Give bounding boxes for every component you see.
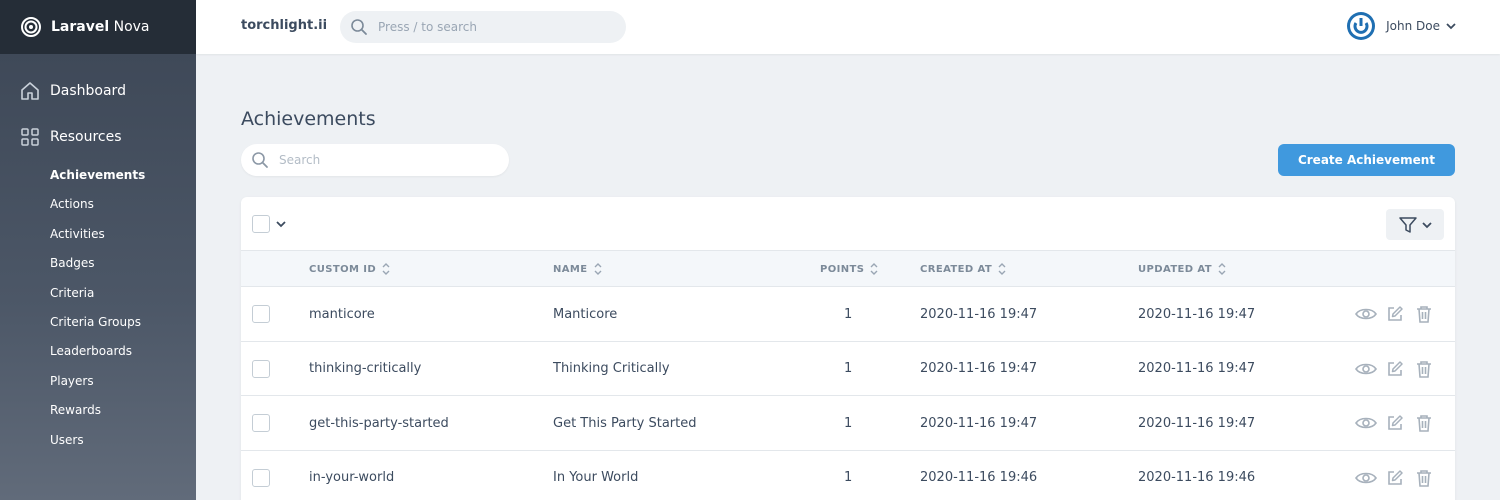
view-icon[interactable] xyxy=(1355,412,1377,434)
delete-icon[interactable] xyxy=(1413,358,1435,380)
sidebar-item-dashboard[interactable]: Dashboard xyxy=(0,79,126,103)
cell-name: Manticore xyxy=(553,306,618,322)
sidebar-item-criteria-groups[interactable]: Criteria Groups xyxy=(50,311,145,340)
cell-updated-at: 2020-11-16 19:47 xyxy=(1138,415,1256,431)
table-header: CUSTOM ID NAME POINTS CREATED AT UPDATED… xyxy=(241,251,1455,287)
cell-points: 1 xyxy=(844,415,853,431)
view-icon[interactable] xyxy=(1355,303,1377,325)
nova-logo-icon xyxy=(20,16,42,38)
row-checkbox[interactable] xyxy=(252,414,270,432)
row-actions xyxy=(1355,287,1442,341)
grid-icon xyxy=(20,127,40,147)
user-avatar-icon xyxy=(1346,11,1376,41)
column-header-created-at[interactable]: CREATED AT xyxy=(920,251,1006,287)
sort-icon xyxy=(594,262,602,276)
table-toolbar xyxy=(241,197,1455,251)
sidebar-item-resources[interactable]: Resources xyxy=(0,125,122,149)
sidebar-item-rewards[interactable]: Rewards xyxy=(50,399,145,428)
brand[interactable]: Laravel Nova xyxy=(0,0,196,54)
filter-icon xyxy=(1398,216,1418,234)
sidebar-dashboard-label: Dashboard xyxy=(50,83,126,99)
global-search-input[interactable] xyxy=(378,20,608,34)
sidebar-item-activities[interactable]: Activities xyxy=(50,223,145,252)
sidebar-item-criteria[interactable]: Criteria xyxy=(50,282,145,311)
resource-list: Achievements Actions Activities Badges C… xyxy=(50,164,145,458)
cell-points: 1 xyxy=(844,470,853,485)
row-actions xyxy=(1355,342,1442,396)
top-header: torchlight.ii John Doe xyxy=(196,0,1500,54)
view-icon[interactable] xyxy=(1355,358,1377,380)
sidebar: Laravel Nova Dashboard Resources Achieve… xyxy=(0,0,196,500)
table-row: get-this-party-started Get This Party St… xyxy=(241,396,1455,451)
row-checkbox[interactable] xyxy=(252,359,270,378)
resource-table-card: CUSTOM ID NAME POINTS CREATED AT UPDATED… xyxy=(241,197,1455,500)
cell-created-at: 2020-11-16 19:47 xyxy=(920,306,1038,322)
cell-updated-at: 2020-11-16 19:47 xyxy=(1138,361,1256,376)
edit-icon[interactable] xyxy=(1384,467,1406,489)
cell-name: Get This Party Started xyxy=(553,415,697,431)
page-title: Achievements xyxy=(241,108,376,130)
sidebar-item-leaderboards[interactable]: Leaderboards xyxy=(50,340,145,369)
cell-custom-id: thinking-critically xyxy=(309,361,422,376)
row-actions xyxy=(1355,396,1442,450)
edit-icon[interactable] xyxy=(1384,358,1406,380)
sidebar-item-users[interactable]: Users xyxy=(50,429,145,458)
table-row: in-your-world In Your World 1 2020-11-16… xyxy=(241,451,1455,500)
cell-name: In Your World xyxy=(553,470,639,485)
chevron-down-icon xyxy=(1446,21,1456,31)
sidebar-resources-label: Resources xyxy=(50,129,122,145)
edit-icon[interactable] xyxy=(1384,303,1406,325)
view-icon[interactable] xyxy=(1355,467,1377,489)
edit-icon[interactable] xyxy=(1384,412,1406,434)
sidebar-item-players[interactable]: Players xyxy=(50,370,145,399)
cell-updated-at: 2020-11-16 19:46 xyxy=(1138,470,1256,485)
create-achievement-button[interactable]: Create Achievement xyxy=(1278,144,1455,176)
delete-icon[interactable] xyxy=(1413,303,1435,325)
sort-icon xyxy=(1218,262,1226,276)
home-icon xyxy=(20,81,40,101)
delete-icon[interactable] xyxy=(1413,412,1435,434)
cell-custom-id: manticore xyxy=(309,306,375,322)
sidebar-item-badges[interactable]: Badges xyxy=(50,252,145,281)
sidebar-item-achievements[interactable]: Achievements xyxy=(50,164,145,193)
sort-icon xyxy=(870,262,878,276)
brand-name: Laravel Nova xyxy=(51,19,150,35)
global-search[interactable] xyxy=(340,11,626,43)
resource-search[interactable] xyxy=(241,144,509,176)
cell-custom-id: get-this-party-started xyxy=(309,415,449,431)
cell-custom-id: in-your-world xyxy=(309,470,395,485)
chevron-down-icon xyxy=(1422,220,1432,230)
resource-search-input[interactable] xyxy=(279,153,499,167)
filter-button[interactable] xyxy=(1386,209,1444,240)
user-menu[interactable]: John Doe xyxy=(1346,11,1456,41)
column-header-points[interactable]: POINTS xyxy=(820,251,878,287)
sort-icon xyxy=(998,262,1006,276)
search-icon xyxy=(251,151,269,169)
row-actions xyxy=(1355,451,1442,500)
cell-created-at: 2020-11-16 19:47 xyxy=(920,415,1038,431)
cell-created-at: 2020-11-16 19:47 xyxy=(920,361,1038,376)
delete-icon[interactable] xyxy=(1413,467,1435,489)
select-all-dropdown[interactable] xyxy=(252,215,286,233)
cell-name: Thinking Critically xyxy=(553,361,670,376)
sidebar-item-actions[interactable]: Actions xyxy=(50,193,145,222)
cell-points: 1 xyxy=(844,361,853,376)
column-header-custom-id[interactable]: CUSTOM ID xyxy=(309,251,390,287)
chevron-down-icon xyxy=(276,219,286,229)
row-checkbox[interactable] xyxy=(252,468,270,487)
cell-updated-at: 2020-11-16 19:47 xyxy=(1138,306,1256,322)
column-header-name[interactable]: NAME xyxy=(553,251,602,287)
select-all-checkbox[interactable] xyxy=(252,215,270,233)
column-header-updated-at[interactable]: UPDATED AT xyxy=(1138,251,1226,287)
cell-created-at: 2020-11-16 19:46 xyxy=(920,470,1038,485)
table-row: thinking-critically Thinking Critically … xyxy=(241,342,1455,396)
user-name: John Doe xyxy=(1386,19,1440,33)
app-name[interactable]: torchlight.ii xyxy=(241,18,327,33)
sort-icon xyxy=(382,262,390,276)
cell-points: 1 xyxy=(844,306,853,322)
search-icon xyxy=(350,18,368,36)
table-row: manticore Manticore 1 2020-11-16 19:47 2… xyxy=(241,287,1455,342)
row-checkbox[interactable] xyxy=(252,305,270,323)
